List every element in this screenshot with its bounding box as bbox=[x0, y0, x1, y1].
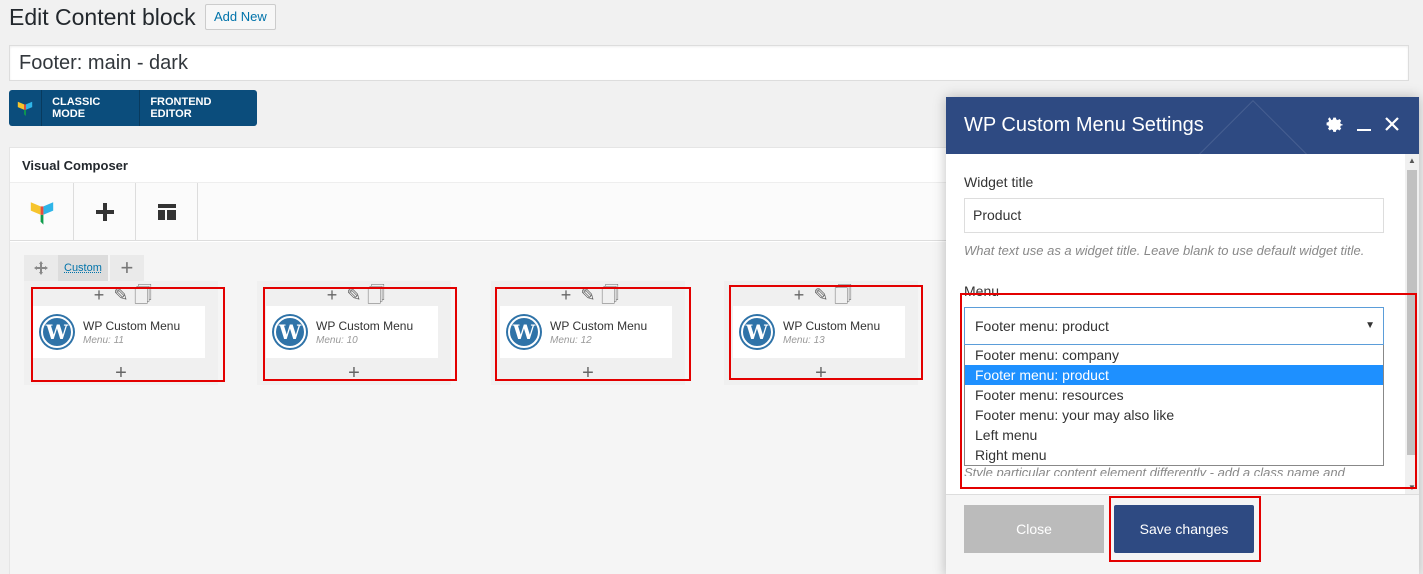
element-subtitle: Menu: 13 bbox=[783, 334, 825, 346]
menu-label: Menu bbox=[964, 283, 1000, 299]
add-icon[interactable]: + bbox=[90, 286, 108, 304]
extra-class-help: Style particular content element differe… bbox=[964, 466, 1345, 476]
menu-select[interactable]: Footer menu: product ▼ bbox=[964, 307, 1384, 345]
add-element-icon[interactable]: + bbox=[257, 363, 451, 383]
add-icon[interactable]: + bbox=[557, 286, 575, 304]
row-layout-label[interactable]: Custom bbox=[58, 255, 108, 281]
modal-title: WP Custom Menu Settings bbox=[964, 114, 1204, 136]
close-icon[interactable] bbox=[1383, 113, 1401, 139]
row-controls: Custom + bbox=[24, 255, 144, 281]
menu-option[interactable]: Left menu bbox=[965, 425, 1383, 445]
column: + ✎ 🗍 W WP Custom Menu Menu: 11 + bbox=[24, 281, 218, 385]
wp-custom-menu-element[interactable]: W WP Custom Menu Menu: 13 bbox=[732, 305, 906, 359]
wordpress-icon: W bbox=[508, 316, 540, 348]
caret-down-icon: ▼ bbox=[1365, 320, 1375, 331]
modal-body: Widget title Product What text use as a … bbox=[946, 154, 1405, 494]
menu-option[interactable]: Footer menu: your may also like bbox=[965, 405, 1383, 425]
menu-option-selected[interactable]: Footer menu: product bbox=[965, 365, 1383, 385]
menu-option[interactable]: Footer menu: resources bbox=[965, 385, 1383, 405]
save-changes-button[interactable]: Save changes bbox=[1114, 505, 1254, 553]
wp-custom-menu-element[interactable]: W WP Custom Menu Menu: 12 bbox=[499, 305, 673, 359]
page-title: Edit Content block bbox=[9, 4, 196, 30]
add-column-icon[interactable]: + bbox=[109, 255, 144, 281]
wp-custom-menu-element[interactable]: W WP Custom Menu Menu: 11 bbox=[32, 305, 206, 359]
wordpress-icon: W bbox=[741, 316, 773, 348]
pencil-icon[interactable]: ✎ bbox=[345, 286, 363, 304]
templates-icon[interactable] bbox=[136, 183, 198, 240]
menu-option[interactable]: Right menu bbox=[965, 445, 1383, 465]
element-title: WP Custom Menu bbox=[550, 318, 648, 333]
pencil-icon[interactable]: ✎ bbox=[579, 286, 597, 304]
modal-footer: Close Save changes bbox=[946, 494, 1419, 574]
minimize-icon[interactable] bbox=[1355, 113, 1373, 139]
column: + ✎ 🗍 W WP Custom Menu Menu: 10 + bbox=[257, 281, 451, 385]
column: + ✎ 🗍 W WP Custom Menu Menu: 13 + bbox=[724, 281, 918, 385]
add-element-icon[interactable] bbox=[74, 183, 136, 240]
pencil-icon[interactable]: ✎ bbox=[112, 286, 130, 304]
close-button[interactable]: Close bbox=[964, 505, 1104, 553]
element-subtitle: Menu: 10 bbox=[316, 334, 358, 346]
trash-icon[interactable]: 🗍 bbox=[601, 286, 619, 304]
wordpress-icon: W bbox=[274, 316, 306, 348]
scroll-thumb[interactable] bbox=[1407, 170, 1417, 455]
pencil-icon[interactable]: ✎ bbox=[812, 286, 830, 304]
add-element-icon[interactable]: + bbox=[24, 363, 218, 383]
modal-header: WP Custom Menu Settings bbox=[946, 97, 1419, 154]
widget-title-input[interactable]: Product bbox=[964, 198, 1384, 233]
element-subtitle: Menu: 12 bbox=[550, 334, 592, 346]
settings-modal: WP Custom Menu Settings Widget title Pro… bbox=[946, 97, 1419, 574]
scroll-down-icon[interactable]: ▼ bbox=[1405, 483, 1419, 492]
element-title: WP Custom Menu bbox=[83, 318, 181, 333]
trash-icon[interactable]: 🗍 bbox=[834, 286, 852, 304]
widget-title-label: Widget title bbox=[964, 174, 1034, 190]
editor-mode-bar: CLASSIC MODE FRONTEND EDITOR bbox=[9, 90, 257, 126]
post-title-input[interactable]: Footer: main - dark bbox=[9, 45, 1409, 81]
add-element-icon[interactable]: + bbox=[724, 363, 918, 383]
widget-title-help: What text use as a widget title. Leave b… bbox=[964, 243, 1365, 258]
add-element-icon[interactable]: + bbox=[491, 363, 685, 383]
frontend-editor-button[interactable]: FRONTEND EDITOR bbox=[140, 90, 257, 126]
trash-icon[interactable]: 🗍 bbox=[134, 286, 152, 304]
wordpress-icon: W bbox=[41, 316, 73, 348]
element-subtitle: Menu: 11 bbox=[83, 334, 124, 346]
menu-option[interactable]: Footer menu: company bbox=[965, 345, 1383, 365]
vc-logo-icon[interactable] bbox=[9, 90, 43, 126]
add-new-button[interactable]: Add New bbox=[205, 4, 276, 30]
menu-dropdown: Footer menu: company Footer menu: produc… bbox=[964, 345, 1384, 466]
wp-custom-menu-element[interactable]: W WP Custom Menu Menu: 10 bbox=[265, 305, 439, 359]
element-title: WP Custom Menu bbox=[316, 318, 414, 333]
add-icon[interactable]: + bbox=[323, 286, 341, 304]
trash-icon[interactable]: 🗍 bbox=[367, 286, 385, 304]
add-icon[interactable]: + bbox=[790, 286, 808, 304]
classic-mode-button[interactable]: CLASSIC MODE bbox=[42, 90, 141, 126]
scroll-up-icon[interactable]: ▲ bbox=[1405, 156, 1419, 165]
column: + ✎ 🗍 W WP Custom Menu Menu: 12 + bbox=[491, 281, 685, 385]
vc-logo-icon[interactable] bbox=[10, 183, 74, 240]
gear-icon[interactable] bbox=[1323, 112, 1345, 140]
modal-scrollbar[interactable]: ▲ ▼ bbox=[1405, 154, 1419, 494]
menu-select-value: Footer menu: product bbox=[975, 318, 1109, 334]
move-row-icon[interactable] bbox=[24, 255, 58, 281]
element-title: WP Custom Menu bbox=[783, 318, 881, 333]
